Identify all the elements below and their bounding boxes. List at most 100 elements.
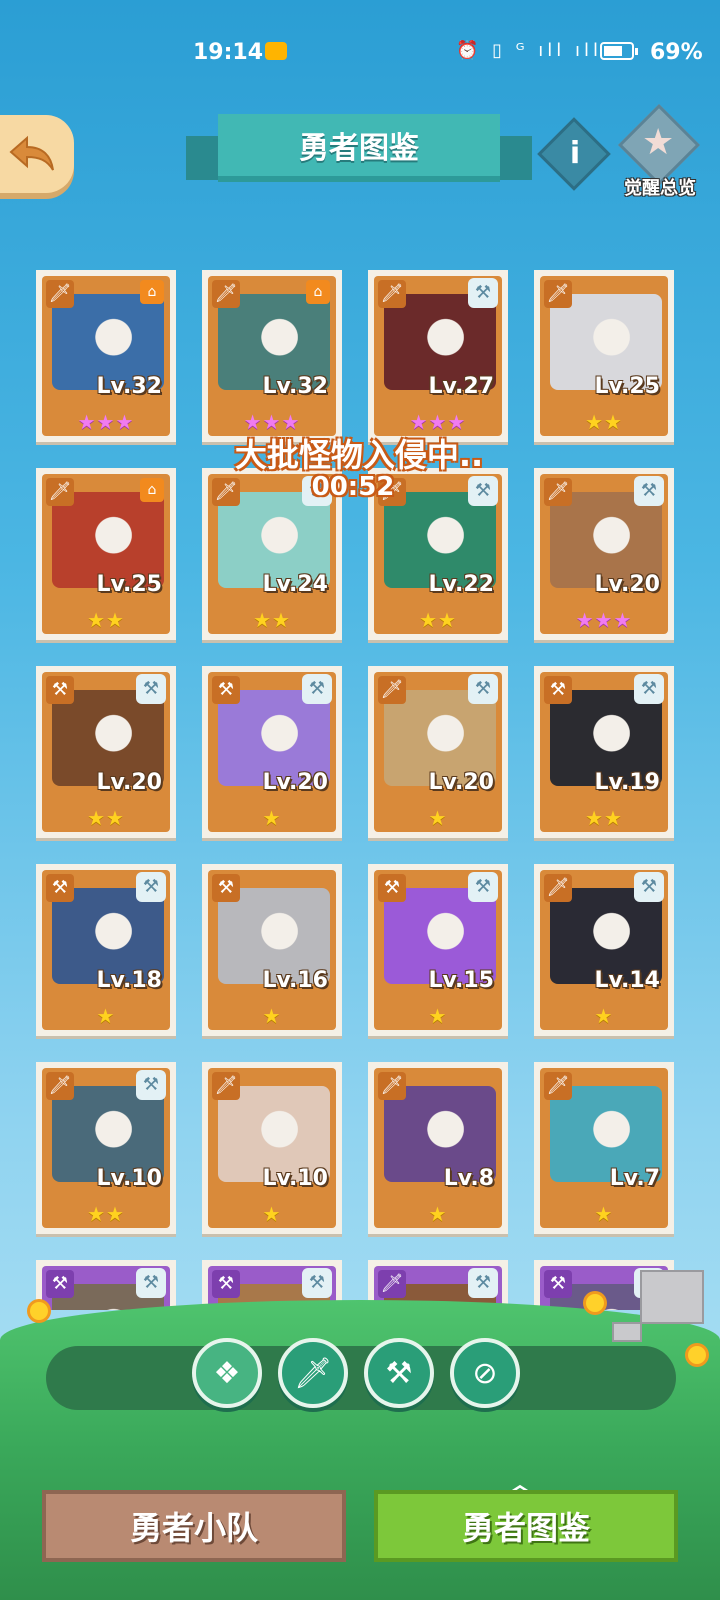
hero-level: Lv.8 bbox=[443, 1166, 494, 1191]
hero-card[interactable]: 🗡 Lv.25 ★★ bbox=[534, 270, 674, 442]
sword-class-icon: 🗡 bbox=[46, 1072, 74, 1100]
hero-stars: ★★★ bbox=[575, 608, 633, 632]
rock-decoration bbox=[640, 1270, 704, 1324]
sword-filter-icon: 🗡 bbox=[293, 1355, 333, 1391]
hammer-upgrade-icon: ⚒ bbox=[302, 674, 332, 704]
filter-compass-button[interactable]: ⊘ bbox=[450, 1338, 520, 1408]
battery-icon bbox=[600, 42, 638, 60]
hero-card[interactable]: 🗡 Lv.10 ★ bbox=[202, 1062, 342, 1234]
mail-icon bbox=[265, 42, 287, 60]
hammer-class-icon: ⚒ bbox=[46, 874, 74, 902]
sword-class-icon: 🗡 bbox=[212, 280, 240, 308]
sword-class-icon: 🗡 bbox=[544, 478, 572, 506]
hero-card[interactable]: ⚒⚒ bbox=[36, 1260, 176, 1310]
hero-level: Lv.7 bbox=[609, 1166, 660, 1191]
hero-card[interactable]: 🗡 Lv.8 ★ bbox=[368, 1062, 508, 1234]
page-title: 勇者图鉴 bbox=[218, 114, 500, 182]
flower-decoration bbox=[30, 1302, 48, 1320]
hero-card[interactable]: ⚒ ⚒ Lv.20 ★ bbox=[202, 666, 342, 838]
filter-all-button[interactable]: ❖ bbox=[192, 1338, 262, 1408]
filter-sword-button[interactable]: 🗡 bbox=[278, 1338, 348, 1408]
hammer-upgrade-icon: ⚒ bbox=[136, 1268, 166, 1298]
hammer-filter-icon: ⚒ bbox=[385, 1355, 413, 1391]
hammer-upgrade-icon: ⚒ bbox=[634, 674, 664, 704]
hero-card[interactable]: 🗡 ⌂ Lv.32 ★★★ bbox=[202, 270, 342, 442]
hammer-upgrade-icon: ⚒ bbox=[468, 278, 498, 308]
hero-card[interactable]: 🗡 ⚒ Lv.27 ★★★ bbox=[368, 270, 508, 442]
hero-card[interactable]: 🗡 ⌂ Lv.32 ★★★ bbox=[36, 270, 176, 442]
hero-card[interactable]: ⚒ ⚒ Lv.20 ★★ bbox=[36, 666, 176, 838]
sword-class-icon: 🗡 bbox=[544, 874, 572, 902]
compass-filter-icon: ⊘ bbox=[472, 1355, 498, 1391]
hero-card[interactable]: 🗡 ⌂ Lv.25 ★★ bbox=[36, 468, 176, 640]
hero-stars: ★ bbox=[428, 806, 448, 830]
flower-decoration bbox=[688, 1346, 706, 1364]
filter-hammer-button[interactable]: ⚒ bbox=[364, 1338, 434, 1408]
awaken-overview-button[interactable]: ★ 觉醒总览 bbox=[617, 103, 701, 202]
hero-level: Lv.18 bbox=[96, 968, 162, 993]
hero-card[interactable]: 🗡 ⚒ Lv.14 ★ bbox=[534, 864, 674, 1036]
hero-level: Lv.24 bbox=[262, 572, 328, 597]
hero-stars: ★★★ bbox=[77, 410, 135, 434]
hammer-upgrade-icon: ⚒ bbox=[634, 476, 664, 506]
hero-stars: ★★ bbox=[585, 410, 623, 434]
hero-level: Lv.32 bbox=[96, 374, 162, 399]
rock-decoration bbox=[612, 1322, 642, 1342]
awaken-overview-label: 觉醒总览 bbox=[624, 178, 696, 199]
hammer-class-icon: ⚒ bbox=[544, 676, 572, 704]
back-button[interactable] bbox=[0, 115, 74, 193]
hero-card[interactable]: 🗡 ⚒ Lv.20 ★ bbox=[368, 666, 508, 838]
hero-stars: ★ bbox=[262, 1004, 282, 1028]
class-filter-bar bbox=[46, 1346, 676, 1410]
hero-stars: ★ bbox=[594, 1202, 614, 1226]
sword-class-icon: 🗡 bbox=[378, 1072, 406, 1100]
back-arrow-icon bbox=[9, 135, 54, 171]
sword-class-icon: 🗡 bbox=[378, 280, 406, 308]
sword-class-icon: 🗡 bbox=[378, 676, 406, 704]
hero-card[interactable]: ⚒ ⚒ Lv.19 ★★ bbox=[534, 666, 674, 838]
hammer-upgrade-icon: ⚒ bbox=[468, 872, 498, 902]
hammer-upgrade-icon: ⚒ bbox=[634, 872, 664, 902]
hammer-upgrade-icon: ⚒ bbox=[468, 476, 498, 506]
status-bar: 19:14 ⏰ ▯ ᴳ ıll ıll 69% bbox=[0, 0, 720, 100]
sword-class-icon: 🗡 bbox=[46, 478, 74, 506]
battery-percent: 69% bbox=[650, 40, 703, 65]
hero-card[interactable]: ⚒ Lv.16 ★ bbox=[202, 864, 342, 1036]
sword-class-icon: 🗡 bbox=[378, 1270, 406, 1298]
hero-stars: ★★ bbox=[253, 608, 291, 632]
hammer-class-icon: ⚒ bbox=[212, 676, 240, 704]
hero-card[interactable]: 🗡 ⚒ Lv.20 ★★★ bbox=[534, 468, 674, 640]
hero-level: Lv.10 bbox=[96, 1166, 162, 1191]
hammer-upgrade-icon: ⚒ bbox=[302, 1268, 332, 1298]
hammer-class-icon: ⚒ bbox=[378, 874, 406, 902]
hero-card[interactable]: ⚒ ⚒ Lv.15 ★ bbox=[368, 864, 508, 1036]
hero-level: Lv.20 bbox=[594, 572, 660, 597]
hero-stars: ★★ bbox=[585, 806, 623, 830]
hero-level: Lv.14 bbox=[594, 968, 660, 993]
awaken-badge-icon: ⌂ bbox=[140, 478, 164, 502]
sword-class-icon: 🗡 bbox=[212, 1072, 240, 1100]
hero-stars: ★★ bbox=[87, 608, 125, 632]
hero-level: Lv.16 bbox=[262, 968, 328, 993]
hero-level: Lv.32 bbox=[262, 374, 328, 399]
hero-level: Lv.10 bbox=[262, 1166, 328, 1191]
hammer-upgrade-icon: ⚒ bbox=[468, 674, 498, 704]
hero-level: Lv.15 bbox=[428, 968, 494, 993]
sword-class-icon: 🗡 bbox=[544, 1072, 572, 1100]
tab-hero-team[interactable]: 勇者小队 bbox=[42, 1490, 346, 1562]
hammer-upgrade-icon: ⚒ bbox=[136, 674, 166, 704]
hero-level: Lv.25 bbox=[594, 374, 660, 399]
hero-level: Lv.19 bbox=[594, 770, 660, 795]
info-icon: i bbox=[569, 136, 581, 171]
hero-level: Lv.20 bbox=[262, 770, 328, 795]
hero-card[interactable]: 🗡 Lv.7 ★ bbox=[534, 1062, 674, 1234]
tab-hero-codex[interactable]: 勇者图鉴 bbox=[374, 1490, 678, 1562]
flower-decoration bbox=[586, 1294, 604, 1312]
hero-card[interactable]: 🗡 ⚒ Lv.10 ★★ bbox=[36, 1062, 176, 1234]
all-filter-icon: ❖ bbox=[213, 1355, 241, 1391]
hammer-class-icon: ⚒ bbox=[544, 1270, 572, 1298]
hero-card[interactable]: ⚒ ⚒ Lv.18 ★ bbox=[36, 864, 176, 1036]
hammer-class-icon: ⚒ bbox=[212, 1270, 240, 1298]
hammer-class-icon: ⚒ bbox=[46, 676, 74, 704]
hero-stars: ★★ bbox=[87, 806, 125, 830]
